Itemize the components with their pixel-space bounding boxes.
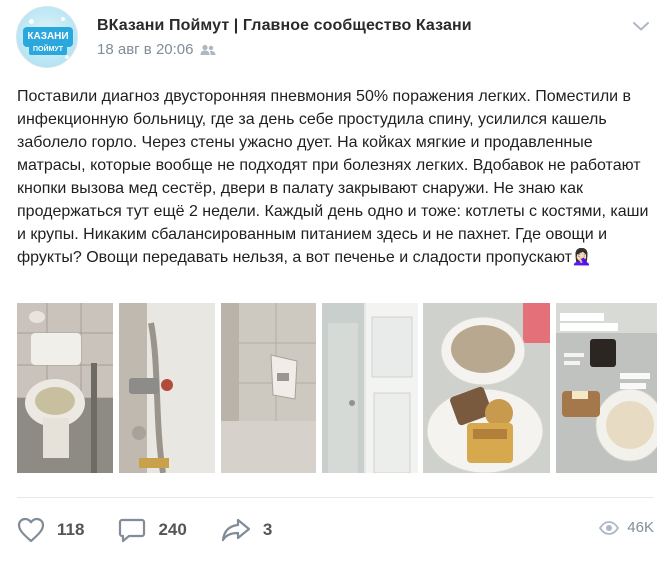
wall-photo-image	[221, 303, 316, 473]
sparkle-icon	[29, 19, 34, 24]
sparkle-icon	[61, 17, 65, 21]
sparkle-icon	[65, 55, 69, 59]
view-count: 46K	[627, 519, 654, 536]
photo-grid	[17, 303, 657, 473]
share-button[interactable]: 3	[221, 517, 272, 543]
post-text: Поставили диагноз двусторонняя пневмония…	[17, 88, 649, 266]
photo-wall-corner[interactable]	[221, 303, 316, 473]
chevron-down-icon[interactable]	[632, 19, 650, 33]
avatar-logo-subtext: ПОЙМУТ	[29, 45, 67, 55]
footer-divider	[17, 497, 654, 498]
eye-icon	[599, 520, 620, 535]
comment-icon	[119, 518, 146, 543]
photo-bathtub[interactable]	[119, 303, 215, 473]
view-counter: 46K	[599, 519, 654, 536]
photo-food-tray[interactable]	[423, 303, 550, 473]
share-count: 3	[262, 520, 273, 539]
friends-icon	[200, 44, 216, 55]
photo-breakfast-story[interactable]	[556, 303, 657, 473]
bathtub-photo-image	[119, 303, 215, 473]
share-arrow-icon	[221, 518, 250, 542]
post-card: КАЗАНИ ПОЙМУТ ВКазани Поймут | Главное с…	[0, 0, 670, 569]
like-count: 118	[57, 520, 85, 539]
like-button[interactable]: 118	[17, 517, 84, 543]
comment-count: 240	[158, 520, 187, 539]
door-photo-image	[322, 303, 418, 473]
post-meta: 18 авг в 20:06	[97, 41, 216, 58]
photo-door[interactable]	[322, 303, 418, 473]
post-date[interactable]: 18 авг в 20:06	[97, 41, 193, 58]
photo-toilet[interactable]	[17, 303, 113, 473]
comment-button[interactable]: 240	[118, 517, 187, 543]
community-name[interactable]: ВКазани Поймут | Главное сообщество Каза…	[97, 17, 472, 35]
toilet-photo-image	[17, 303, 113, 473]
community-avatar[interactable]: КАЗАНИ ПОЙМУТ	[16, 6, 78, 68]
story-photo-image	[556, 303, 657, 473]
food-photo-image	[423, 303, 550, 473]
heart-icon	[17, 517, 45, 543]
avatar-logo-text: КАЗАНИ	[23, 27, 73, 47]
post-actions: 118 240 3	[17, 515, 306, 545]
